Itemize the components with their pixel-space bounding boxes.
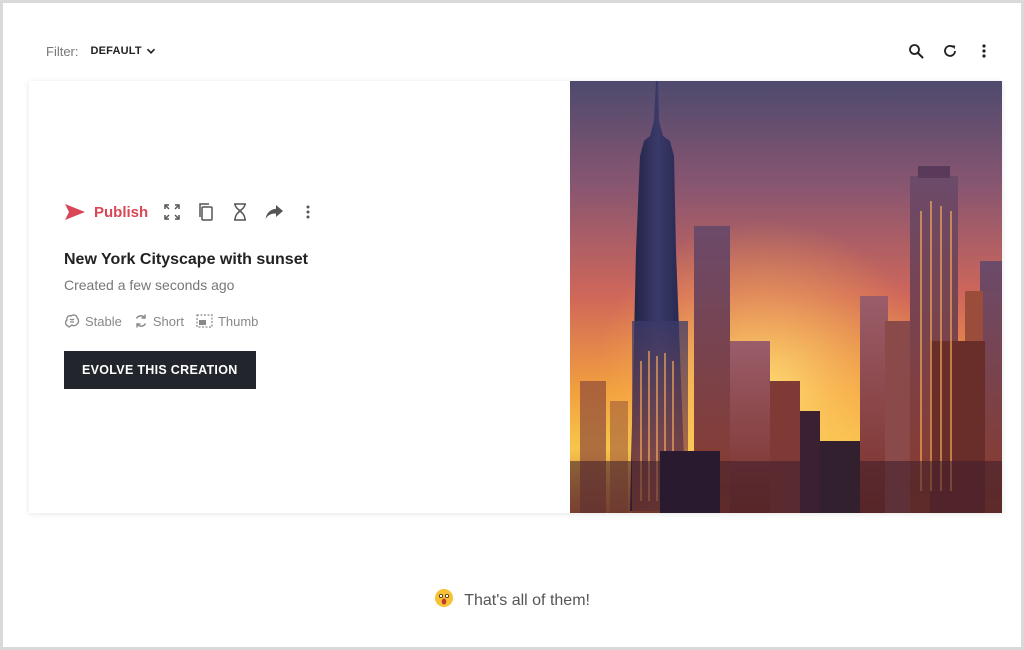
creation-card: Publish New York Cityscape with sunset C… (29, 81, 1002, 513)
meta-model: Stable (64, 314, 122, 329)
hourglass-icon[interactable] (230, 202, 250, 222)
send-icon (65, 204, 85, 220)
expand-icon[interactable] (162, 202, 182, 222)
end-of-list-message: That's all of them! (0, 588, 1024, 613)
evolve-button[interactable]: EVOLVE THIS CREATION (64, 351, 256, 389)
card-more-icon[interactable] (298, 202, 318, 222)
creation-title: New York Cityscape with sunset (64, 251, 308, 268)
astonished-face-icon (434, 588, 454, 613)
filter-bar: Filter: DEFAULT (46, 40, 994, 62)
card-actions: Publish (64, 201, 544, 223)
publish-button[interactable]: Publish (64, 203, 148, 221)
filter-label: Filter: (46, 43, 79, 59)
chevron-down-icon (146, 48, 155, 54)
creation-timestamp: Created a few seconds ago (64, 277, 235, 293)
publish-label: Publish (94, 203, 149, 221)
creation-meta: Stable Short Thumb (64, 313, 544, 329)
refresh-icon[interactable] (940, 41, 960, 61)
thumbnail-icon (196, 314, 213, 328)
meta-thumb: Thumb (196, 314, 258, 329)
brain-icon (64, 314, 80, 328)
card-body: Publish New York Cityscape with sunset C… (64, 201, 544, 389)
top-actions (906, 41, 994, 61)
end-of-list-text: That's all of them! (464, 592, 590, 609)
meta-length: Short (134, 313, 184, 329)
cycle-icon (135, 314, 146, 328)
share-icon[interactable] (264, 202, 284, 222)
more-vertical-icon[interactable] (974, 41, 994, 61)
copy-icon[interactable] (196, 202, 216, 222)
filter-dropdown[interactable]: DEFAULT (91, 45, 156, 57)
filter-value: DEFAULT (90, 45, 142, 57)
search-icon[interactable] (906, 41, 926, 61)
creation-image[interactable] (570, 81, 1002, 513)
